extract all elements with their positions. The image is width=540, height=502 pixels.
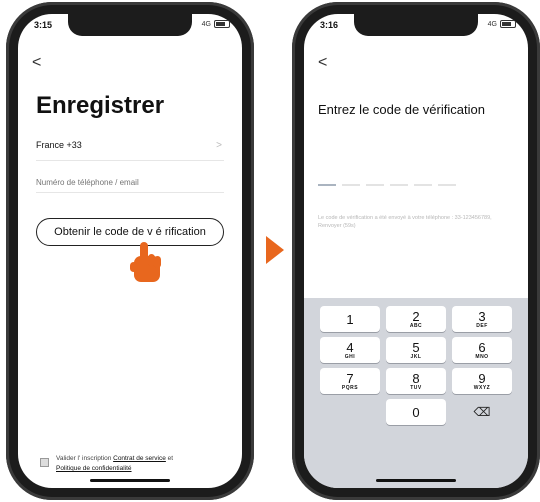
network-label: 4G bbox=[487, 20, 497, 28]
pointing-hand-icon bbox=[130, 242, 161, 282]
verification-screen: 3:16 4G < Entrez le code de vérification… bbox=[304, 14, 528, 488]
key-0[interactable]: 0 bbox=[386, 399, 446, 425]
service-contract-link[interactable]: Contrat de service bbox=[113, 455, 166, 462]
code-slot bbox=[318, 184, 336, 186]
terms-checkbox[interactable] bbox=[40, 458, 49, 467]
key-4[interactable]: 4 GHI bbox=[320, 337, 380, 363]
page-title: Entrez le code de vérification bbox=[318, 102, 485, 117]
key-2[interactable]: 2 ABC bbox=[386, 306, 446, 332]
key-9[interactable]: 9 WXYZ bbox=[452, 368, 512, 394]
key-6[interactable]: 6 MNO bbox=[452, 337, 512, 363]
code-slot bbox=[438, 184, 456, 186]
code-slot bbox=[390, 184, 408, 186]
register-screen: 3:15 4G < Enregistrer France +33 > Obten… bbox=[18, 14, 242, 488]
keypad-row: 7 PQRS 8 TUV 9 WXYZ bbox=[304, 368, 528, 394]
code-slot bbox=[414, 184, 432, 186]
terms-text: Valider l' inscription Contrat de servic… bbox=[56, 454, 226, 474]
back-button[interactable]: < bbox=[318, 54, 327, 72]
key-5[interactable]: 5 JKL bbox=[386, 337, 446, 363]
status-indicators: 4G bbox=[488, 20, 516, 28]
numeric-keypad: 1 2 ABC 3 DEF 4 GHI 5 JKL 6 MNO 7 PQRS 8 TUV 9W… bbox=[304, 298, 528, 488]
backspace-icon[interactable]: ⌫ bbox=[452, 399, 512, 425]
keypad-row: 0 ⌫ bbox=[304, 399, 528, 425]
home-indicator bbox=[90, 479, 170, 482]
country-label: France +33 bbox=[36, 140, 82, 150]
battery-icon bbox=[500, 20, 516, 28]
network-label: 4G bbox=[201, 20, 211, 28]
phone-email-input[interactable] bbox=[36, 172, 224, 193]
key-3[interactable]: 3 DEF bbox=[452, 306, 512, 332]
phone-right: 3:16 4G < Entrez le code de vérification… bbox=[292, 2, 540, 500]
key-8[interactable]: 8 TUV bbox=[386, 368, 446, 394]
right-triangle-icon bbox=[266, 236, 284, 264]
key-blank bbox=[320, 399, 380, 425]
home-indicator bbox=[376, 479, 456, 482]
code-slot bbox=[342, 184, 360, 186]
terms-mid: et bbox=[165, 455, 174, 462]
key-1[interactable]: 1 bbox=[320, 306, 380, 332]
country-selector[interactable]: France +33 > bbox=[36, 140, 224, 161]
chevron-right-icon: > bbox=[216, 140, 222, 151]
status-time: 3:15 bbox=[34, 20, 53, 30]
keypad-row: 1 2 ABC 3 DEF bbox=[304, 306, 528, 332]
battery-icon bbox=[214, 20, 230, 28]
key-7[interactable]: 7 PQRS bbox=[320, 368, 380, 394]
terms-prefix: Valider l' inscription bbox=[56, 455, 114, 462]
status-time: 3:16 bbox=[320, 20, 339, 30]
keypad-row: 4 GHI 5 JKL 6 MNO bbox=[304, 337, 528, 363]
code-input[interactable] bbox=[318, 184, 456, 186]
back-button[interactable]: < bbox=[32, 54, 41, 72]
privacy-policy-link[interactable]: Politique de confidentialité bbox=[56, 465, 132, 472]
code-slot bbox=[366, 184, 384, 186]
notch bbox=[354, 14, 478, 36]
status-indicators: 4G bbox=[202, 20, 230, 28]
notch bbox=[68, 14, 192, 36]
phone-left: 3:15 4G < Enregistrer France +33 > Obten… bbox=[6, 2, 254, 500]
verification-hint: Le code de vérification a été envoyé à v… bbox=[318, 215, 492, 229]
page-title: Enregistrer bbox=[36, 92, 165, 119]
